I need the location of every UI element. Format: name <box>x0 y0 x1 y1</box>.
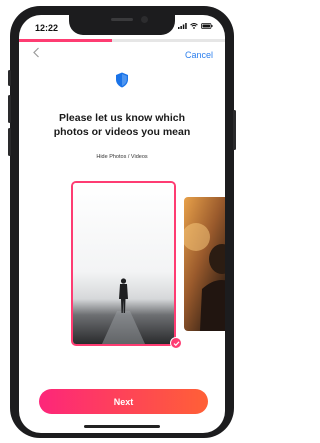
selected-check-icon <box>170 337 182 349</box>
front-camera <box>141 16 148 23</box>
onboarding-progress-bar <box>19 39 225 42</box>
photo-thumbnail <box>184 197 225 331</box>
signal-icon <box>178 23 187 29</box>
speaker <box>111 18 133 21</box>
home-indicator <box>84 425 160 428</box>
status-bar: 12:22 <box>19 15 225 39</box>
status-icons <box>178 23 213 29</box>
title-line-2: photos or videos you mean <box>53 126 191 138</box>
media-card[interactable] <box>184 197 225 331</box>
volume-up-button <box>8 95 11 123</box>
status-time: 12:22 <box>35 23 59 33</box>
next-button[interactable]: Next <box>39 389 208 414</box>
back-button[interactable] <box>32 46 40 61</box>
cancel-button[interactable]: Cancel <box>185 50 213 60</box>
notch <box>69 15 175 35</box>
media-card-selected[interactable] <box>71 181 176 346</box>
wifi-icon <box>190 23 198 29</box>
title-line-1: Please let us know which <box>58 112 186 124</box>
page-title: Please let us know which photos or video… <box>19 111 225 139</box>
photo-thumbnail <box>73 183 174 344</box>
screen: 12:22 Cancel Please let us know which ph… <box>19 15 225 433</box>
mute-switch <box>8 70 11 86</box>
chevron-left-icon <box>33 47 39 58</box>
shield-icon <box>115 72 129 93</box>
subtitle: Hide Photos / Videos <box>96 154 148 160</box>
battery-icon <box>201 23 213 29</box>
progress-fill <box>19 39 112 42</box>
power-button <box>233 110 236 150</box>
volume-down-button <box>8 128 11 156</box>
